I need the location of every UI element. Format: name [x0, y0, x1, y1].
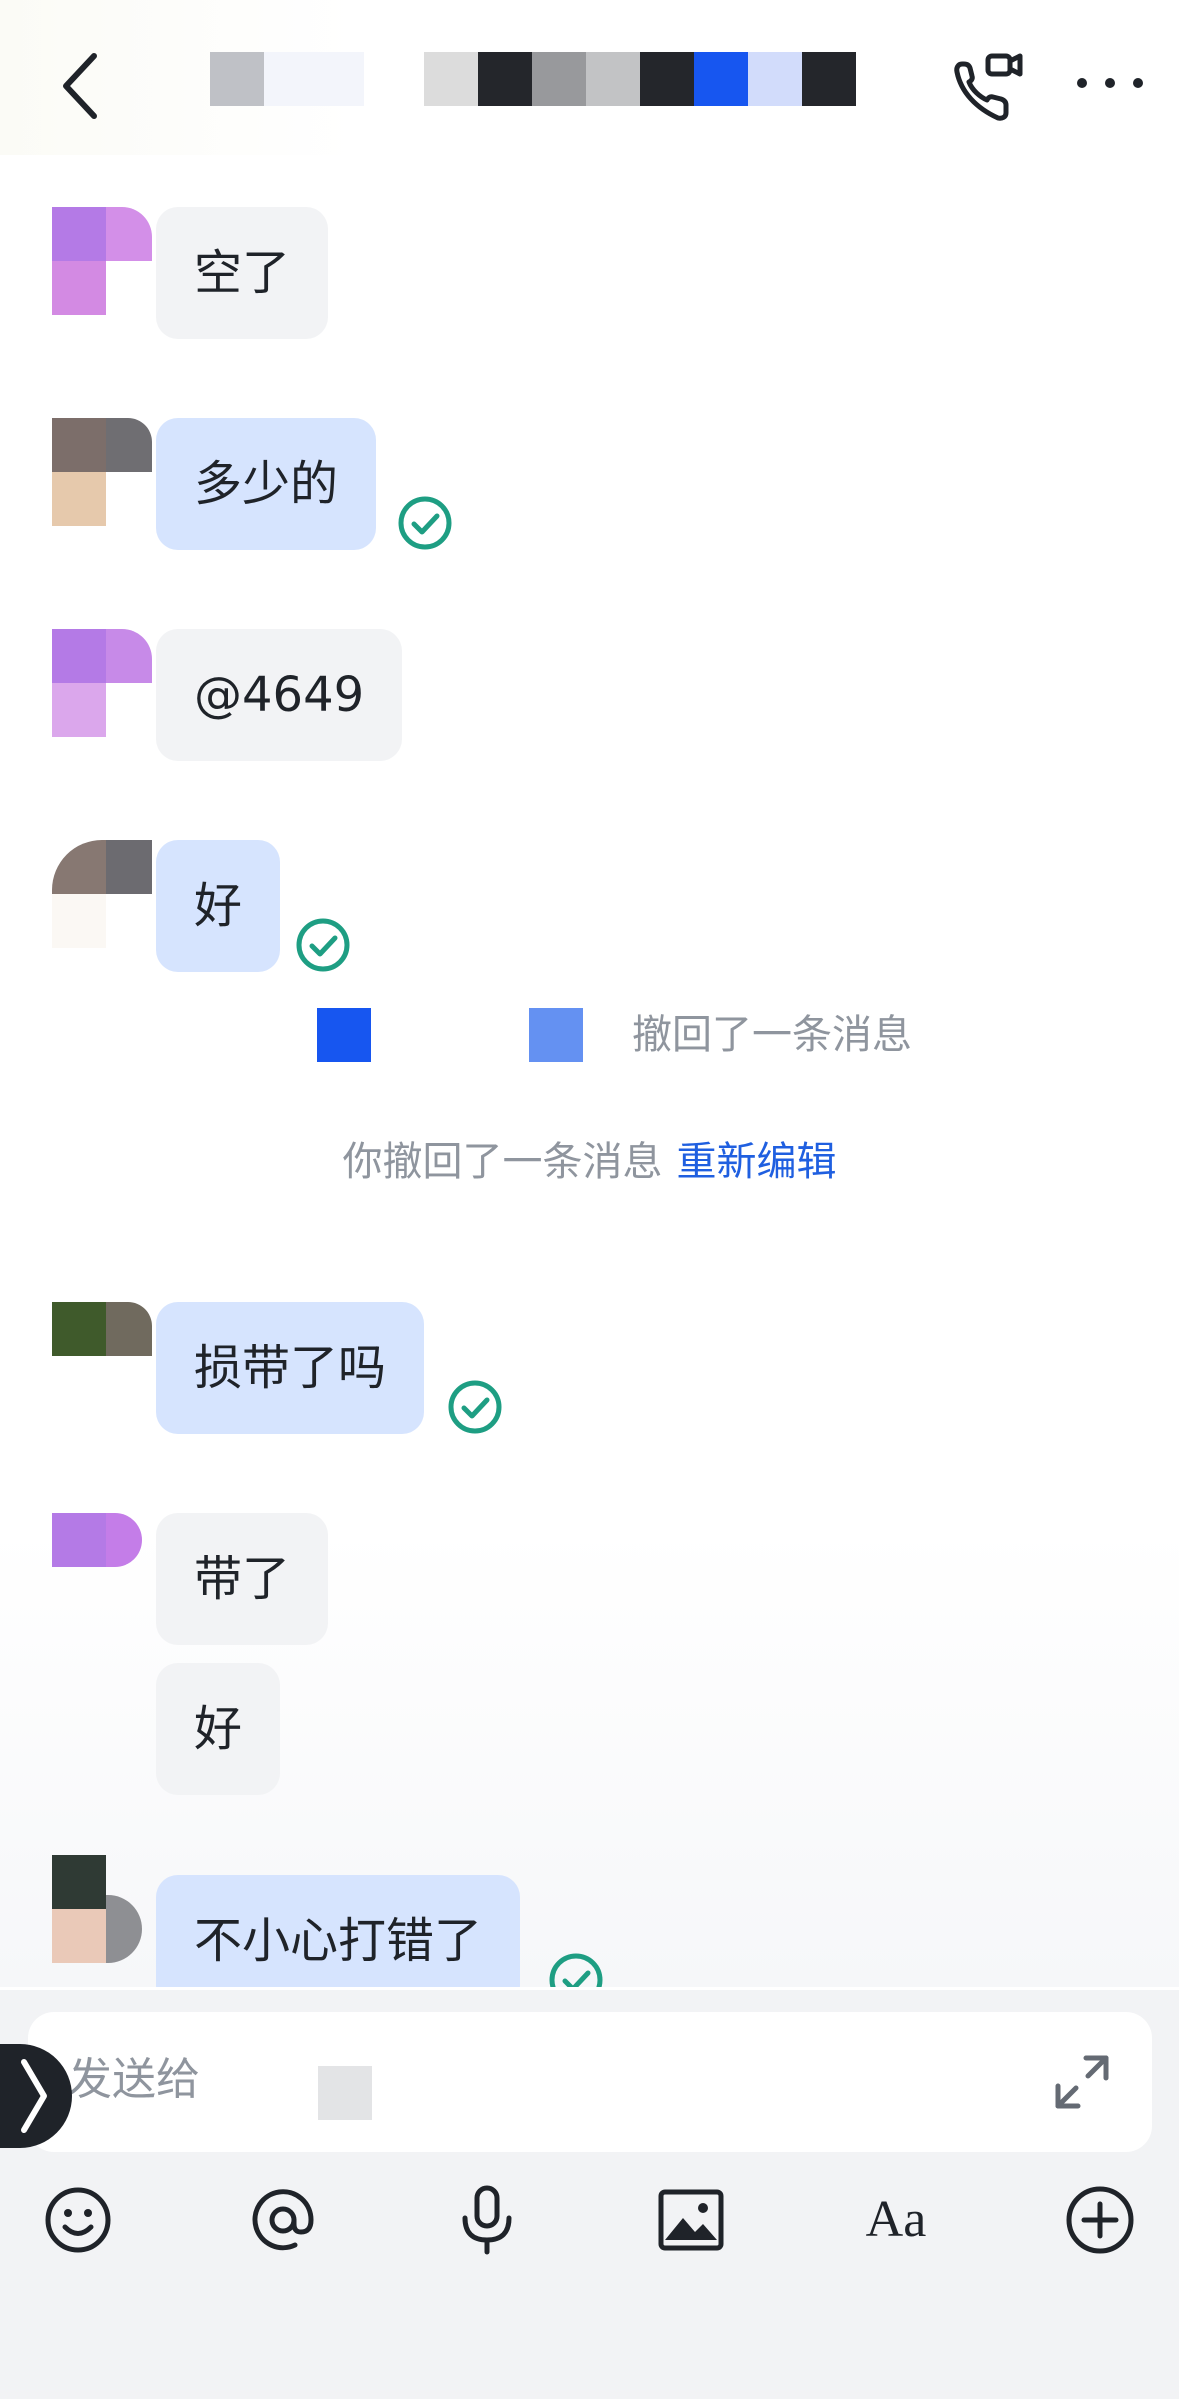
- image-button[interactable]: [651, 2180, 731, 2260]
- message-bubble-outgoing[interactable]: 好: [156, 840, 281, 972]
- avatar[interactable]: [52, 1855, 152, 1963]
- expand-icon: [1055, 2055, 1109, 2109]
- avatar[interactable]: [52, 840, 152, 948]
- system-message-self-recalled: 你撤回了一条消息 重新编辑: [0, 1132, 1179, 1192]
- voice-button[interactable]: [447, 2180, 527, 2260]
- chat-title-redacted[interactable]: [210, 52, 856, 106]
- call-button[interactable]: [948, 52, 1024, 128]
- message-bubble-incoming[interactable]: 空了: [156, 207, 329, 339]
- more-horizontal-icon: [1077, 78, 1143, 88]
- chat-header: [0, 0, 1179, 155]
- back-button[interactable]: [52, 44, 116, 128]
- input-redacted: [318, 2066, 372, 2120]
- reedit-link[interactable]: 重新编辑: [677, 1139, 837, 1185]
- avatar[interactable]: [52, 418, 152, 526]
- read-receipt-icon: [549, 1953, 603, 1987]
- message-list[interactable]: 空了 多少的 @4649 好 撤回了一条消息 你撤回了一条消息 重新编辑 损带了…: [0, 155, 1179, 1987]
- at-icon: [252, 2189, 314, 2251]
- plus-circle-icon: [1066, 2186, 1134, 2254]
- read-receipt-icon: [448, 1380, 502, 1434]
- avatar[interactable]: [52, 1513, 152, 1621]
- message-bubble-outgoing[interactable]: 不小心打错了: [156, 1875, 521, 1987]
- chevron-right-icon: [21, 2059, 47, 2133]
- message-bubble-incoming[interactable]: @4649: [156, 629, 403, 761]
- side-panel-handle[interactable]: [0, 2044, 72, 2148]
- text-format-button[interactable]: Aa: [856, 2180, 936, 2260]
- microphone-icon: [462, 2185, 512, 2255]
- more-button[interactable]: [1070, 68, 1150, 98]
- avatar[interactable]: [52, 629, 152, 737]
- emoji-button[interactable]: [38, 2180, 118, 2260]
- message-bubble-outgoing[interactable]: 多少的: [156, 418, 377, 550]
- chevron-left-icon: [63, 53, 97, 119]
- more-actions-button[interactable]: [1060, 2180, 1140, 2260]
- avatar[interactable]: [52, 1302, 152, 1410]
- phone-video-icon: [954, 53, 1023, 121]
- read-receipt-icon: [398, 496, 452, 550]
- message-bubble-outgoing[interactable]: 损带了吗: [156, 1302, 425, 1434]
- image-icon: [658, 2189, 724, 2251]
- read-receipt-icon: [296, 918, 350, 972]
- mention-button[interactable]: [243, 2180, 323, 2260]
- message-bubble-incoming[interactable]: 好: [156, 1663, 281, 1795]
- system-message-text: 撤回了一条消息: [632, 1012, 912, 1058]
- system-message-recalled: 撤回了一条消息: [0, 1005, 1179, 1065]
- message-input-placeholder: 发送给: [68, 2054, 200, 2105]
- message-bubble-incoming[interactable]: 带了: [156, 1513, 329, 1645]
- text-format-icon: Aa: [865, 2191, 927, 2248]
- avatar[interactable]: [52, 207, 152, 315]
- system-message-text: 你撤回了一条消息: [342, 1139, 663, 1185]
- expand-button[interactable]: [1052, 2052, 1112, 2112]
- emoji-icon: [45, 2187, 111, 2253]
